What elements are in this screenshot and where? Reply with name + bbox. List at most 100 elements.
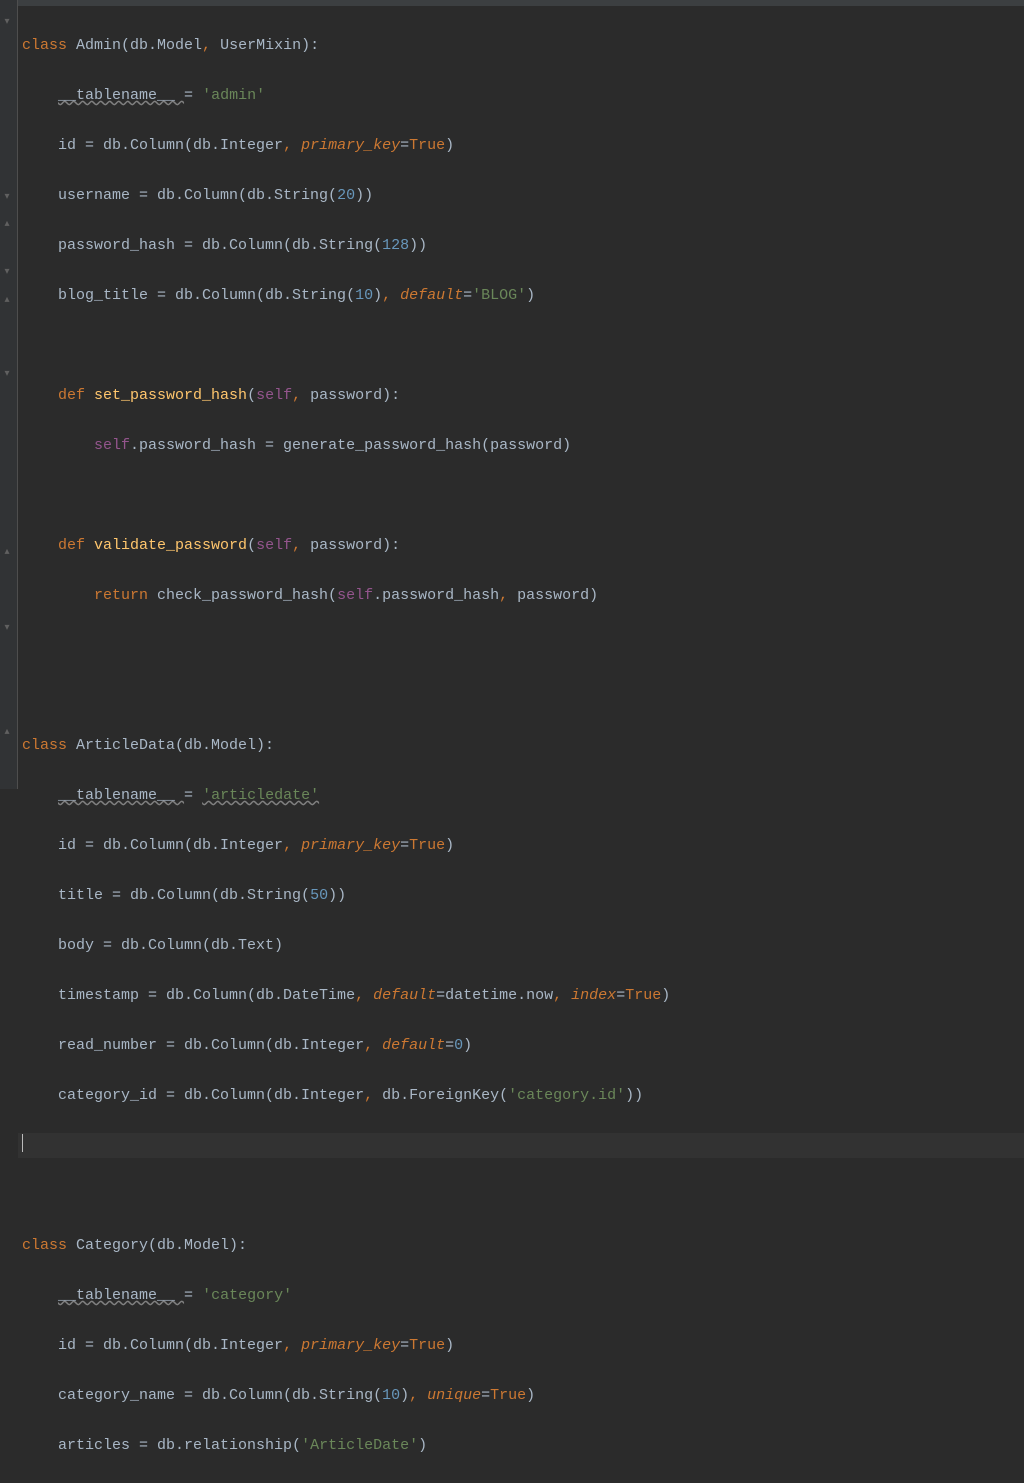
attr: __tablename__ (58, 87, 184, 104)
code-line[interactable]: username = db.Column(db.String(20)) (18, 183, 1024, 208)
eq: = (400, 137, 409, 154)
code-text: datetime.now (445, 987, 553, 1004)
comma: , (409, 1387, 427, 1404)
code-line[interactable]: articles = db.relationship('ArticleDate'… (18, 1433, 1024, 1458)
code-text: check_password_hash( (157, 587, 337, 604)
self: self (337, 587, 373, 604)
class-name: ArticleData (76, 737, 175, 754)
indent (22, 887, 58, 904)
keyword: class (22, 737, 76, 754)
current-line[interactable] (18, 1133, 1024, 1158)
eq: = (400, 837, 409, 854)
number: 10 (355, 287, 373, 304)
caret-icon (22, 1134, 23, 1152)
number: 20 (337, 187, 355, 204)
fold-icon[interactable]: ▾ (2, 362, 12, 372)
comma: , (499, 587, 517, 604)
code-editor[interactable]: class Admin(db.Model, UserMixin): __tabl… (18, 8, 1024, 1483)
code-line[interactable]: timestamp = db.Column(db.DateTime, defau… (18, 983, 1024, 1008)
indent (22, 1387, 58, 1404)
kwarg: default (373, 987, 436, 1004)
paren: )) (355, 187, 373, 204)
code-text: password_hash = db.Column(db.String( (58, 237, 382, 254)
code-text: category_id = db.Column(db.Integer (58, 1087, 364, 1104)
paren: ( (247, 537, 256, 554)
paren: ( (247, 387, 256, 404)
fold-icon[interactable]: ▾ (2, 260, 12, 270)
code-line[interactable]: blog_title = db.Column(db.String(10), de… (18, 283, 1024, 308)
comma: , (292, 537, 310, 554)
eq: = (184, 1287, 202, 1304)
indent (22, 187, 58, 204)
indent (22, 87, 58, 104)
code-text: .password_hash (373, 587, 499, 604)
blank-line[interactable] (18, 483, 1024, 508)
indent (22, 387, 58, 404)
kwarg: primary_key (301, 837, 400, 854)
code-line[interactable]: def validate_password(self, password): (18, 533, 1024, 558)
paren: ) (445, 137, 454, 154)
fold-icon[interactable]: ▾ (2, 10, 12, 20)
fold-icon[interactable]: ▴ (2, 212, 12, 222)
code-text: articles = db.relationship( (58, 1437, 301, 1454)
fold-icon[interactable]: ▴ (2, 540, 12, 550)
code-line[interactable]: self.password_hash = generate_password_h… (18, 433, 1024, 458)
function-name: set_password_hash (94, 387, 247, 404)
function-name: validate_password (94, 537, 247, 554)
indent (22, 987, 58, 1004)
code-line[interactable]: read_number = db.Column(db.Integer, defa… (18, 1033, 1024, 1058)
code-line[interactable]: def set_password_hash(self, password): (18, 383, 1024, 408)
eq: = (445, 1037, 454, 1054)
code-line[interactable]: category_id = db.Column(db.Integer, db.F… (18, 1083, 1024, 1108)
code-line[interactable]: class Category(db.Model): (18, 1233, 1024, 1258)
class-name: Admin (76, 37, 121, 54)
code-text: username = db.Column(db.String( (58, 187, 337, 204)
code-line[interactable]: __tablename__ = 'category' (18, 1283, 1024, 1308)
indent (22, 137, 58, 154)
fold-icon[interactable]: ▴ (2, 720, 12, 730)
fold-icon[interactable]: ▴ (2, 288, 12, 298)
string: 'ArticleDate' (301, 1437, 418, 1454)
kwarg: default (400, 287, 463, 304)
code-line[interactable]: title = db.Column(db.String(50)) (18, 883, 1024, 908)
code-text: id = db.Column(db.Integer (58, 1337, 283, 1354)
code-text: title = db.Column(db.String( (58, 887, 310, 904)
keyword: True (409, 1337, 445, 1354)
keyword: class (22, 1237, 76, 1254)
code-line[interactable]: __tablename__ = 'admin' (18, 83, 1024, 108)
eq: = (463, 287, 472, 304)
code-line[interactable]: class Admin(db.Model, UserMixin): (18, 33, 1024, 58)
code-line[interactable]: category_name = db.Column(db.String(10),… (18, 1383, 1024, 1408)
paren: ) (526, 1387, 535, 1404)
code-line[interactable]: __tablename__ = 'articledate' (18, 783, 1024, 808)
fold-icon[interactable]: ▾ (2, 616, 12, 626)
string: 'admin' (202, 87, 265, 104)
blank-line[interactable] (18, 333, 1024, 358)
blank-line[interactable] (18, 1183, 1024, 1208)
code-line[interactable]: return check_password_hash(self.password… (18, 583, 1024, 608)
paren: )) (625, 1087, 643, 1104)
kwarg: primary_key (301, 137, 400, 154)
keyword: True (409, 137, 445, 154)
blank-line[interactable] (18, 633, 1024, 658)
code-line[interactable]: id = db.Column(db.Integer, primary_key=T… (18, 833, 1024, 858)
code-line[interactable]: id = db.Column(db.Integer, primary_key=T… (18, 1333, 1024, 1358)
eq: = (400, 1337, 409, 1354)
code-line[interactable]: body = db.Column(db.Text) (18, 933, 1024, 958)
blank-line[interactable] (18, 683, 1024, 708)
class-name: Category (76, 1237, 148, 1254)
number: 128 (382, 237, 409, 254)
code-text: timestamp = db.Column(db.DateTime (58, 987, 355, 1004)
indent (22, 437, 94, 454)
kwarg: primary_key (301, 1337, 400, 1354)
keyword: True (490, 1387, 526, 1404)
code-line[interactable]: class ArticleData(db.Model): (18, 733, 1024, 758)
comma: , (283, 1337, 301, 1354)
code-line[interactable]: id = db.Column(db.Integer, primary_key=T… (18, 133, 1024, 158)
tab-bar (18, 0, 1024, 6)
code-text: (db.Model): (148, 1237, 247, 1254)
paren: ) (526, 287, 535, 304)
code-line[interactable]: password_hash = db.Column(db.String(128)… (18, 233, 1024, 258)
fold-icon[interactable]: ▾ (2, 185, 12, 195)
number: 0 (454, 1037, 463, 1054)
